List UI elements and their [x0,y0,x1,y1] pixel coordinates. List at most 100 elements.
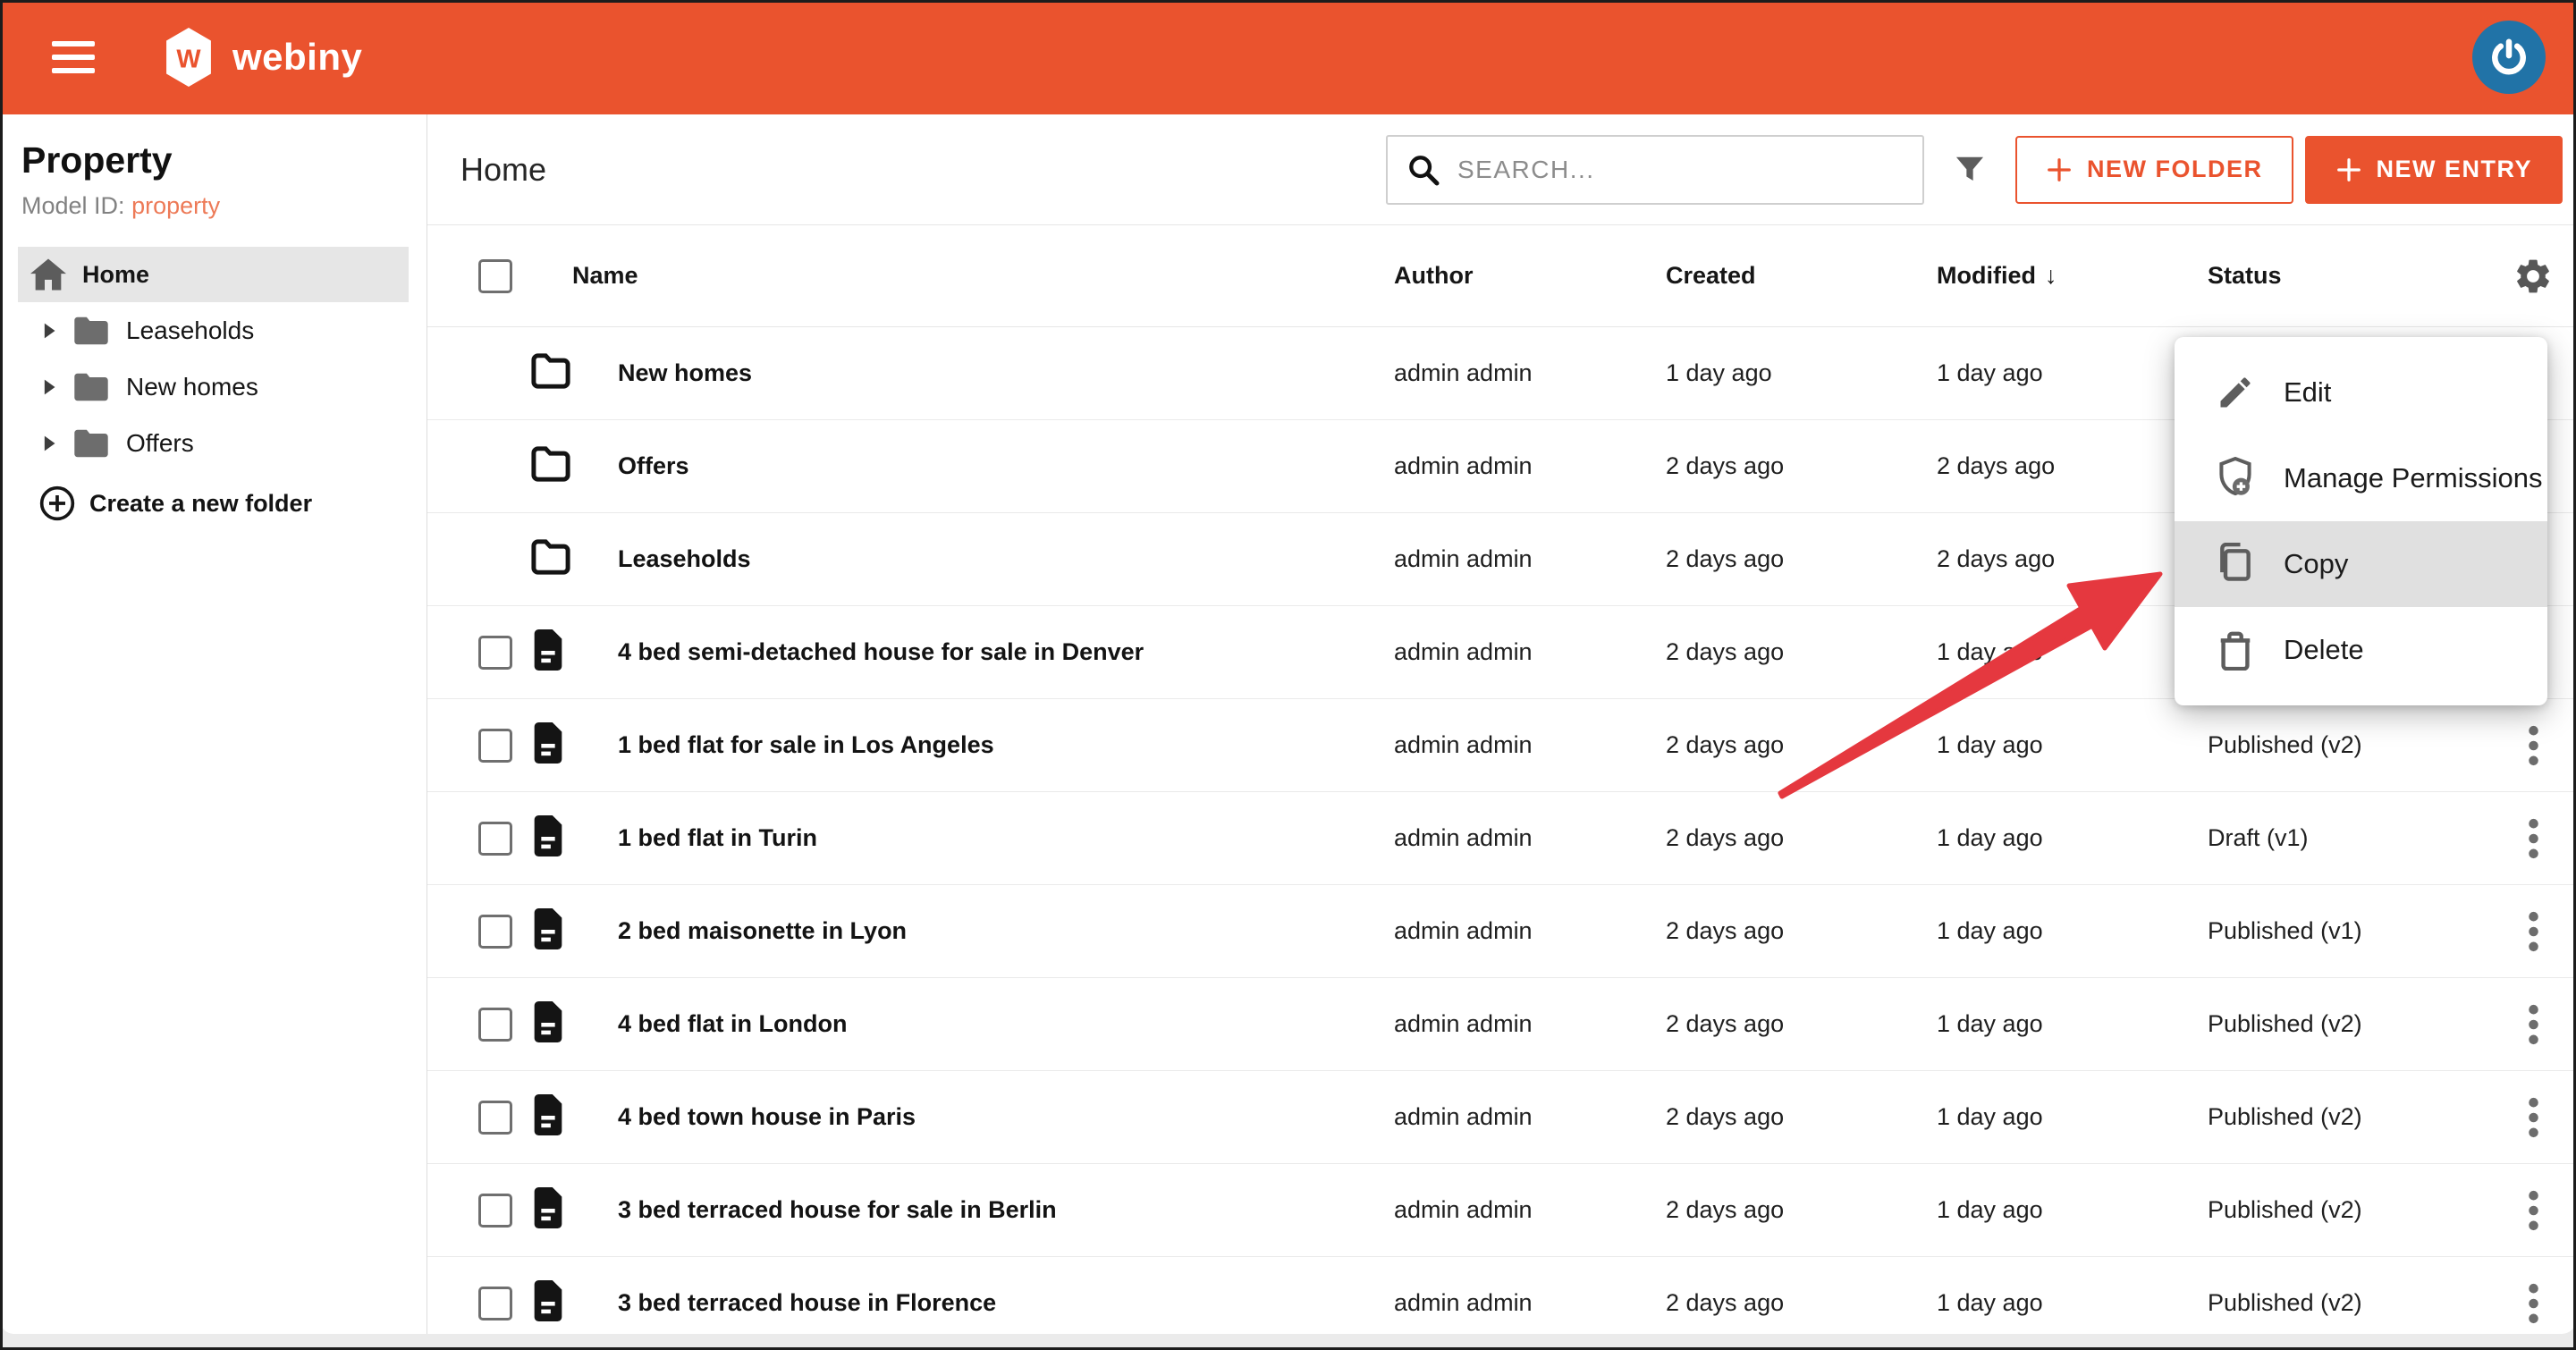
row-created: 2 days ago [1666,1103,1937,1131]
row-modified: 2 days ago [1937,452,2208,480]
sidebar-folder-list: LeaseholdsNew homesOffers [0,302,427,471]
circle-plus-icon [39,485,75,521]
row-status: Published (v2) [2208,1289,2490,1317]
row-actions-kebab-button[interactable] [2490,724,2576,767]
row-actions-kebab-button[interactable] [2490,1003,2576,1046]
document-icon [530,815,566,861]
column-header-created[interactable]: Created [1666,262,1937,290]
menu-item-label: Copy [2284,548,2348,580]
folder-icon [530,538,571,580]
row-modified: 1 day ago [1937,731,2208,759]
row-checkbox[interactable] [478,1287,512,1320]
table-row-4-bed-town-house-in-paris[interactable]: 4 bed town house in Parisadmin admin2 da… [427,1071,2576,1164]
content-card: Property Model ID: property Home Leaseho… [0,114,2576,1334]
row-checkbox[interactable] [478,1101,512,1135]
row-name[interactable]: 3 bed terraced house for sale in Berlin [596,1196,1394,1224]
sidebar-item-label: Home [82,261,149,289]
menu-item-copy[interactable]: Copy [2175,521,2547,607]
row-name[interactable]: Leaseholds [596,545,1394,573]
column-header-modified[interactable]: Modified ↓ [1937,262,2208,290]
model-id-value[interactable]: property [131,192,220,219]
row-modified: 1 day ago [1937,1196,2208,1224]
column-header-author[interactable]: Author [1394,262,1666,290]
document-icon [530,1280,566,1326]
row-author: admin admin [1394,1289,1666,1317]
row-modified: 1 day ago [1937,824,2208,852]
document-icon [530,1187,566,1233]
row-created: 2 days ago [1666,452,1937,480]
webiny-hexagon-icon: W [161,26,216,89]
row-name[interactable]: 4 bed semi-detached house for sale in De… [596,638,1394,666]
folder-icon [530,445,571,487]
row-name[interactable]: 1 bed flat in Turin [596,824,1394,852]
row-name[interactable]: New homes [596,359,1394,387]
row-checkbox[interactable] [478,822,512,856]
row-checkbox[interactable] [478,1008,512,1042]
chevron-right-icon[interactable] [43,378,58,396]
sidebar-item-leaseholds[interactable]: Leaseholds [0,302,427,359]
sidebar-item-offers[interactable]: Offers [0,415,427,471]
chevron-right-icon[interactable] [43,435,58,452]
menu-item-delete[interactable]: Delete [2175,607,2547,693]
row-status: Published (v2) [2208,1010,2490,1038]
table-row-1-bed-flat-for-sale-in-los-angeles[interactable]: 1 bed flat for sale in Los Angelesadmin … [427,699,2576,792]
row-name[interactable]: 1 bed flat for sale in Los Angeles [596,731,1394,759]
main-panel: Home NEW FOLDER [427,114,2576,1334]
table-row-4-bed-flat-in-london[interactable]: 4 bed flat in Londonadmin admin2 days ag… [427,978,2576,1071]
select-all-checkbox[interactable] [478,259,512,293]
user-avatar[interactable] [2472,21,2546,94]
document-icon [530,1094,566,1140]
table-row-2-bed-maisonette-in-lyon[interactable]: 2 bed maisonette in Lyonadmin admin2 day… [427,885,2576,978]
row-actions-kebab-button[interactable] [2490,817,2576,860]
row-status: Published (v2) [2208,1196,2490,1224]
table-row-1-bed-flat-in-turin[interactable]: 1 bed flat in Turinadmin admin2 days ago… [427,792,2576,885]
row-checkbox[interactable] [478,636,512,670]
sidebar-item-new-homes[interactable]: New homes [0,359,427,415]
menu-item-edit[interactable]: Edit [2175,350,2547,435]
row-created: 1 day ago [1666,359,1937,387]
filter-button[interactable] [1953,153,1987,187]
row-checkbox[interactable] [478,729,512,763]
row-checkbox[interactable] [478,1194,512,1228]
hamburger-menu-icon[interactable] [52,41,95,73]
document-icon [530,722,566,768]
chevron-right-icon[interactable] [43,322,58,340]
row-name[interactable]: 2 bed maisonette in Lyon [596,917,1394,945]
column-header-status[interactable]: Status [2208,262,2490,290]
row-author: admin admin [1394,638,1666,666]
row-author: admin admin [1394,1196,1666,1224]
shield-plus-icon [2214,457,2257,500]
row-created: 2 days ago [1666,1196,1937,1224]
row-name[interactable]: 4 bed flat in London [596,1010,1394,1038]
row-actions-kebab-button[interactable] [2490,910,2576,953]
table-row-3-bed-terraced-house-for-sale-in-berlin[interactable]: 3 bed terraced house for sale in Berlina… [427,1164,2576,1257]
folder-icon [530,352,571,394]
row-modified: 1 day ago [1937,638,2208,666]
new-folder-label: NEW FOLDER [2087,156,2263,183]
document-icon [530,1001,566,1047]
new-entry-button[interactable]: NEW ENTRY [2305,136,2563,204]
row-created: 2 days ago [1666,545,1937,573]
row-name[interactable]: 3 bed terraced house in Florence [596,1289,1394,1317]
column-header-name[interactable]: Name [530,262,1394,290]
new-folder-button[interactable]: NEW FOLDER [2015,136,2293,204]
table-settings-button[interactable] [2490,256,2576,297]
row-checkbox[interactable] [478,915,512,949]
row-name[interactable]: Offers [596,452,1394,480]
row-actions-kebab-button[interactable] [2490,1096,2576,1139]
sidebar-item-home[interactable]: Home [18,247,409,302]
sort-desc-icon: ↓ [2045,262,2057,290]
table-row-3-bed-terraced-house-in-florence[interactable]: 3 bed terraced house in Florenceadmin ad… [427,1257,2576,1334]
search-input[interactable] [1456,155,1905,185]
row-created: 2 days ago [1666,638,1937,666]
search-icon [1406,152,1441,188]
row-author: admin admin [1394,824,1666,852]
row-actions-kebab-button[interactable] [2490,1189,2576,1232]
plus-icon [2335,156,2362,183]
menu-item-manage-permissions[interactable]: Manage Permissions [2175,435,2547,521]
row-author: admin admin [1394,731,1666,759]
row-actions-kebab-button[interactable] [2490,1282,2576,1325]
row-author: admin admin [1394,359,1666,387]
row-name[interactable]: 4 bed town house in Paris [596,1103,1394,1131]
create-new-folder-button[interactable]: Create a new folder [0,485,427,521]
